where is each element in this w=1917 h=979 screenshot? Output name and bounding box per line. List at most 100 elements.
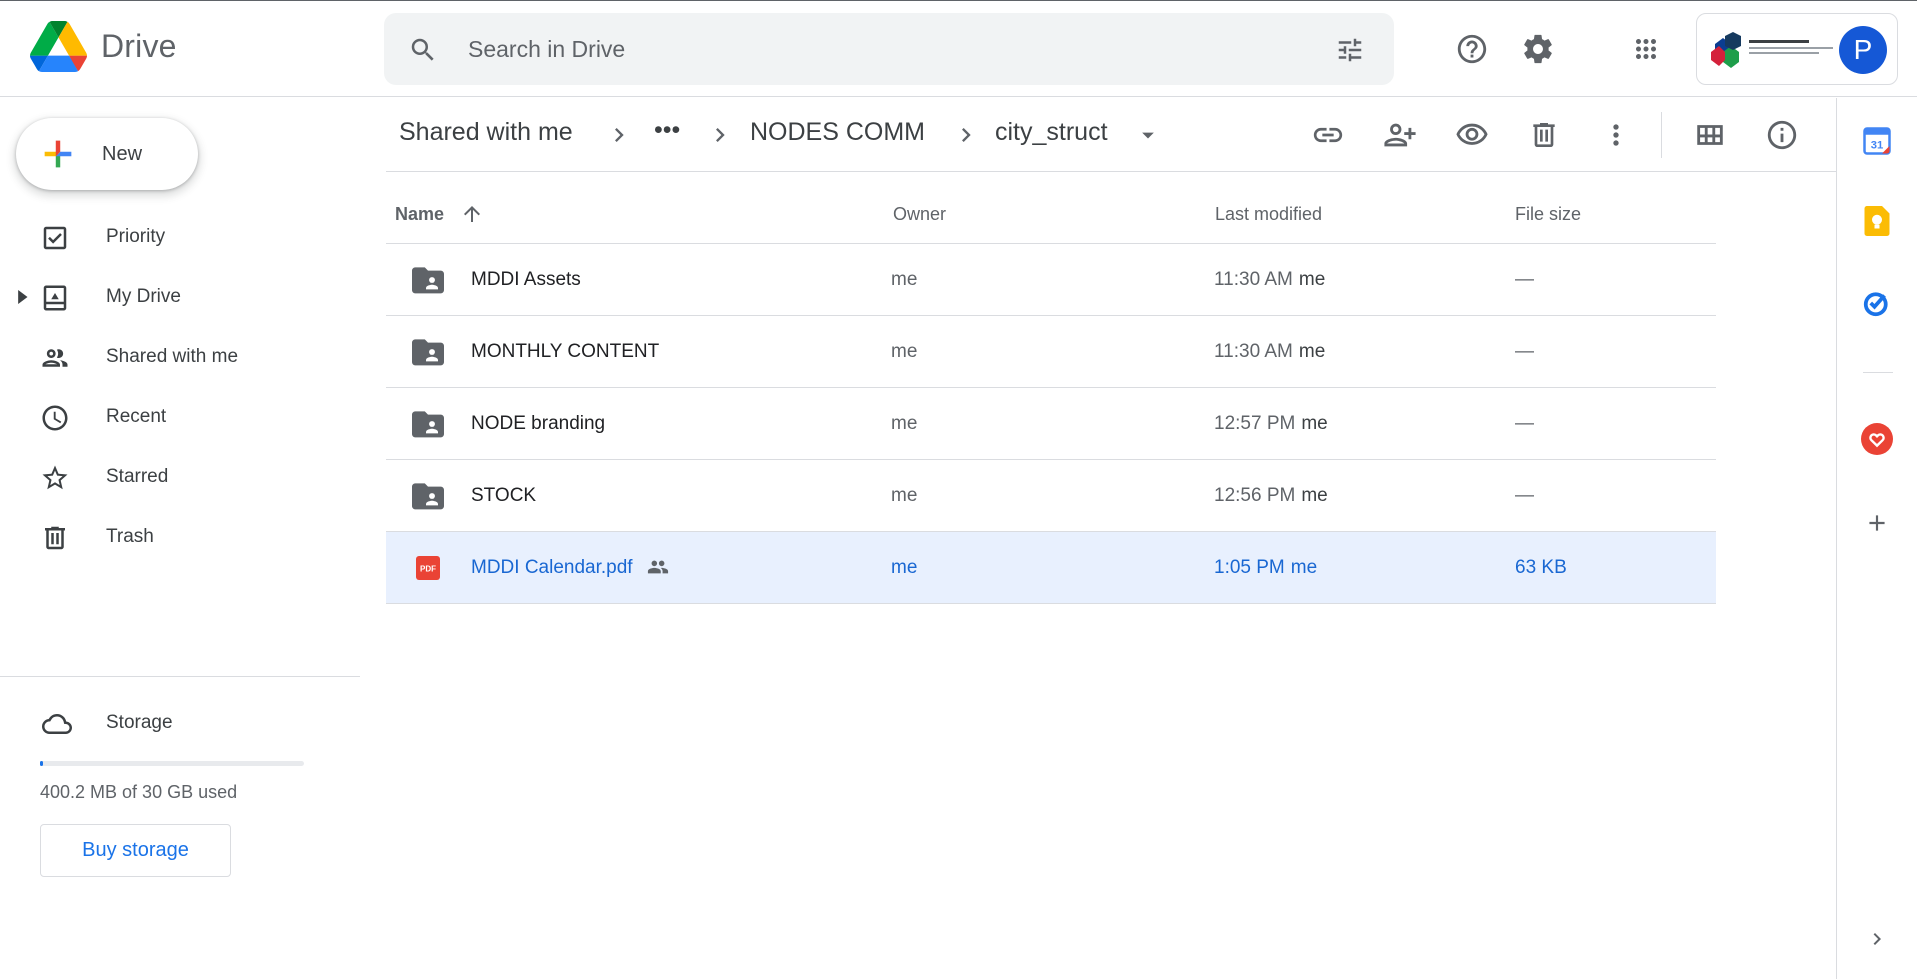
buy-storage-button[interactable]: Buy storage	[40, 824, 231, 877]
calendar-app-button[interactable]: 31	[1860, 124, 1894, 158]
keep-app-button[interactable]	[1860, 204, 1894, 238]
eye-icon	[1456, 123, 1488, 145]
sidebar-item-storage[interactable]: Storage	[0, 698, 360, 748]
column-header-name[interactable]: Name	[395, 204, 444, 225]
shared-people-icon	[647, 560, 669, 574]
search-options-icon[interactable]	[1334, 35, 1366, 65]
shared-folder-icon	[412, 411, 444, 438]
file-owner: me	[891, 485, 918, 506]
file-size: —	[1515, 413, 1534, 434]
sidebar-item-label: Recent	[106, 406, 167, 427]
sidebar-item-label: My Drive	[106, 286, 181, 307]
breadcrumb-more[interactable]: •••	[654, 116, 680, 145]
toolbar: Shared with me ••• NODES COMM city_struc…	[386, 98, 1836, 172]
file-last-modified: 12:56 PM me	[1214, 485, 1328, 506]
breadcrumb-item[interactable]: Shared with me	[399, 118, 573, 147]
my-drive-icon	[43, 285, 67, 311]
column-header-file-size[interactable]: File size	[1515, 204, 1581, 225]
file-last-modified: 1:05 PM me	[1214, 557, 1318, 578]
chevron-right-icon	[615, 128, 624, 142]
expand-caret-icon[interactable]	[18, 290, 30, 304]
sidebar-item-label: Trash	[106, 526, 154, 547]
caret-down-icon[interactable]	[1134, 120, 1162, 150]
side-panel-rail: 31	[1836, 98, 1917, 979]
table-row-selected[interactable]: PDF MDDI Calendar.pdf me 1:05 PM me 63 KB	[386, 532, 1716, 604]
sort-ascending-icon[interactable]	[460, 202, 484, 226]
preview-button[interactable]	[1450, 113, 1494, 157]
sidebar-item-priority[interactable]: Priority	[0, 212, 360, 262]
file-owner: me	[891, 557, 918, 578]
file-name[interactable]: STOCK	[471, 485, 536, 507]
breadcrumb-item[interactable]: NODES COMM	[750, 118, 925, 147]
search-bar[interactable]	[384, 13, 1394, 85]
help-icon	[1457, 34, 1487, 64]
file-size: —	[1515, 269, 1534, 290]
org-logo	[1711, 32, 1833, 68]
file-name[interactable]: MDDI Calendar.pdf	[471, 557, 633, 579]
settings-button[interactable]	[1516, 27, 1560, 71]
hide-side-panel-button[interactable]	[1860, 922, 1894, 956]
trash-icon	[45, 526, 65, 550]
file-list-header: Name Owner Last modified File size	[386, 184, 1716, 244]
link-icon	[1313, 127, 1343, 143]
table-row[interactable]: NODE branding me 12:57 PM me —	[386, 388, 1716, 460]
plus-icon	[44, 140, 72, 168]
sidebar-item-starred[interactable]: Starred	[0, 452, 360, 502]
sidebar-item-my-drive[interactable]: My Drive	[0, 272, 360, 322]
tasks-icon	[1863, 292, 1888, 317]
calendar-icon: 31	[1863, 127, 1891, 155]
file-owner: me	[891, 413, 918, 434]
column-header-last-modified[interactable]: Last modified	[1215, 204, 1322, 225]
cloud-icon	[42, 714, 72, 734]
help-button[interactable]	[1450, 27, 1494, 71]
more-vert-icon	[1613, 124, 1619, 146]
search-input[interactable]	[468, 31, 1268, 67]
sidebar-divider	[0, 676, 360, 677]
gear-icon	[1524, 34, 1552, 64]
modified-by: me	[1301, 413, 1328, 434]
share-button[interactable]	[1378, 113, 1422, 157]
table-row[interactable]: MDDI Assets me 11:30 AM me —	[386, 244, 1716, 316]
avatar[interactable]: P	[1839, 26, 1887, 74]
remove-button[interactable]	[1522, 113, 1566, 157]
file-last-modified: 11:30 AM me	[1214, 269, 1326, 290]
priority-check-icon	[43, 226, 67, 250]
toolbar-divider	[1661, 112, 1662, 158]
more-actions-button[interactable]	[1594, 113, 1638, 157]
add-person-icon	[1384, 123, 1416, 147]
get-addons-button[interactable]	[1860, 506, 1894, 540]
table-row[interactable]: MONTHLY CONTENT me 11:30 AM me —	[386, 316, 1716, 388]
shared-folder-icon	[412, 483, 444, 510]
column-header-owner[interactable]: Owner	[893, 204, 946, 225]
sidebar-item-recent[interactable]: Recent	[0, 392, 360, 442]
sidebar-item-label: Shared with me	[106, 346, 239, 367]
file-last-modified: 11:30 AM me	[1214, 341, 1326, 362]
modified-by: me	[1301, 485, 1328, 506]
drive-logo-icon	[30, 21, 87, 72]
breadcrumb-current-folder[interactable]: city_struct	[995, 118, 1108, 147]
file-name[interactable]: MONTHLY CONTENT	[471, 341, 659, 363]
file-last-modified: 12:57 PM me	[1214, 413, 1328, 434]
sidebar-item-label: Priority	[106, 226, 166, 247]
drive-logo[interactable]: Drive	[30, 21, 177, 72]
table-row[interactable]: STOCK me 12:56 PM me —	[386, 460, 1716, 532]
star-icon	[42, 465, 68, 490]
details-button[interactable]	[1760, 113, 1804, 157]
shared-folder-icon	[412, 339, 444, 366]
addon-app-button[interactable]	[1860, 422, 1894, 456]
file-name[interactable]: NODE branding	[471, 413, 605, 435]
sidebar: New Priority My Drive Shared with me Rec…	[0, 98, 360, 979]
grid-view-button[interactable]	[1688, 113, 1732, 157]
pdf-file-icon: PDF	[416, 556, 440, 580]
copy-link-button[interactable]	[1306, 113, 1350, 157]
search-icon[interactable]	[408, 35, 438, 65]
sidebar-item-shared-with-me[interactable]: Shared with me	[0, 332, 360, 382]
file-size: —	[1515, 341, 1534, 362]
sidebar-item-trash[interactable]: Trash	[0, 512, 360, 562]
apps-button[interactable]	[1624, 27, 1668, 71]
tasks-app-button[interactable]	[1860, 286, 1894, 320]
account-switcher[interactable]: P	[1696, 13, 1898, 85]
file-name[interactable]: MDDI Assets	[471, 269, 581, 291]
pdf-badge-label: PDF	[420, 565, 436, 574]
new-button[interactable]: New	[16, 118, 198, 190]
